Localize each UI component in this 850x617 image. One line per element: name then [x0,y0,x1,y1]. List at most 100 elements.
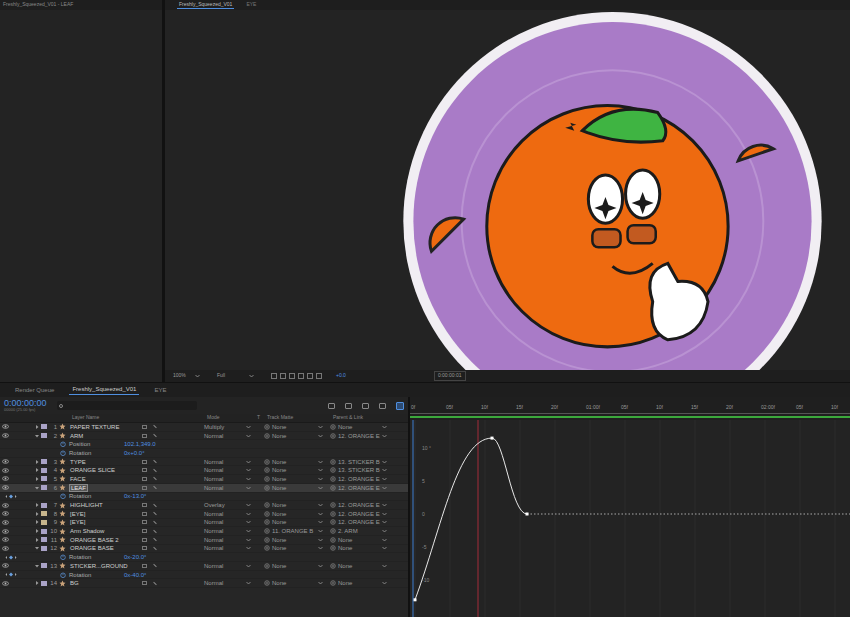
track-matte-dropdown[interactable]: None [272,580,326,586]
layer-name[interactable]: [EYE] [69,511,86,517]
parent-dropdown[interactable]: 12. ORANGE E [338,519,390,525]
layer-row[interactable]: 9[EYE]NormalNone12. ORANGE E [0,519,408,528]
track-matte-dropdown[interactable]: None [272,467,326,473]
view-toggle-icon[interactable] [298,373,304,379]
layer-name[interactable]: ARM [69,433,84,439]
timeline-tool-icon[interactable] [345,403,352,409]
property-value[interactable]: 0x-20.0° [124,554,146,560]
view-toggle-icon[interactable] [271,373,277,379]
mode-dropdown[interactable]: Normal [204,485,254,491]
layer-name[interactable]: PAPER TEXTURE [69,424,120,430]
label-color[interactable] [41,485,47,490]
label-color[interactable] [41,563,47,568]
eye-icon[interactable] [2,563,9,568]
layer-name[interactable]: ORANGE BASE 2 [69,537,120,543]
layer-switches[interactable] [138,434,204,438]
layer-row[interactable]: 8[EYE]NormalNone12. ORANGE E [0,510,408,519]
pickwhip-icon[interactable] [264,528,270,534]
mode-dropdown[interactable]: Normal [204,563,254,569]
layer-name[interactable]: [EYE] [69,519,86,525]
keyframe-nav-icon[interactable] [5,555,17,560]
layer-name[interactable]: HIGHLIGHT [69,502,104,508]
eye-icon[interactable] [2,433,9,438]
eye-icon[interactable] [2,537,9,542]
layer-name[interactable]: Arm Shadow [69,528,105,534]
eye-icon[interactable] [2,485,9,490]
layer-switches[interactable] [138,477,204,481]
pickwhip-icon[interactable] [264,433,270,439]
track-matte-dropdown[interactable]: None [272,502,326,508]
pickwhip-icon[interactable] [330,563,336,569]
property-row[interactable]: Rotation0x-20.0° [0,553,408,562]
pickwhip-icon[interactable] [330,502,336,508]
property-row[interactable]: Position102.1,349.0 [0,440,408,449]
graph-editor-icon[interactable] [396,402,404,410]
eye-icon[interactable] [2,459,9,464]
mode-dropdown[interactable]: Normal [204,459,254,465]
layer-switches[interactable] [138,546,204,550]
eye-icon[interactable] [2,424,9,429]
timeline-tool-icon[interactable] [328,403,335,409]
twirl-open-icon[interactable] [34,563,40,569]
stopwatch-icon[interactable] [60,450,66,456]
layer-name[interactable]: FACE [69,476,87,482]
label-color[interactable] [41,459,47,464]
layer-row[interactable]: 5FACENormalNone12. ORANGE E [0,475,408,484]
mode-dropdown[interactable]: Normal [204,467,254,473]
pickwhip-icon[interactable] [330,519,336,525]
mode-dropdown[interactable]: Normal [204,433,254,439]
stopwatch-icon[interactable] [60,441,66,447]
exposure-value[interactable]: +0.0 [336,372,346,380]
keyframe-nav-icon[interactable] [5,572,17,577]
label-color[interactable] [41,433,47,438]
twirl-closed-icon[interactable] [34,528,40,534]
layer-name[interactable]: ORANGE BASE [69,545,115,551]
track-matte-dropdown[interactable]: None [272,424,326,430]
viewer-tab[interactable]: EYE [244,1,258,9]
current-timecode[interactable]: 0:00:00:00 [4,399,47,408]
pickwhip-icon[interactable] [330,528,336,534]
layer-row[interactable]: 2ARMNormalNone12. ORANGE E [0,432,408,441]
twirl-open-icon[interactable] [34,433,40,439]
twirl-closed-icon[interactable] [34,467,40,473]
layer-switches[interactable] [138,564,204,568]
pickwhip-icon[interactable] [330,485,336,491]
pickwhip-icon[interactable] [264,459,270,465]
label-color[interactable] [41,468,47,473]
mode-dropdown[interactable]: Normal [204,537,254,543]
twirl-closed-icon[interactable] [34,580,40,586]
parent-dropdown[interactable]: None [338,580,390,586]
layer-row[interactable]: 11ORANGE BASE 2NormalNoneNone [0,536,408,545]
stopwatch-icon[interactable] [60,554,66,560]
parent-dropdown[interactable]: None [338,563,390,569]
resolution-dropdown[interactable]: Full [217,372,257,380]
pickwhip-icon[interactable] [330,511,336,517]
mode-dropdown[interactable]: Normal [204,519,254,525]
timeline-tab[interactable]: Freshly_Squeezed_V01 [69,385,139,395]
view-toggle-icon[interactable] [316,373,322,379]
parent-dropdown[interactable]: None [338,545,390,551]
pickwhip-icon[interactable] [330,476,336,482]
zoom-dropdown[interactable]: 100% [173,372,203,380]
property-row[interactable]: Rotation0x-40.0° [0,571,408,580]
pickwhip-icon[interactable] [264,485,270,491]
property-value[interactable]: 102.1,349.0 [124,441,156,447]
viewer-tab[interactable]: Freshly_Squeezed_V01 [177,1,234,10]
pickwhip-icon[interactable] [330,545,336,551]
track-matte-dropdown[interactable]: None [272,545,326,551]
twirl-closed-icon[interactable] [34,459,40,465]
pickwhip-icon[interactable] [330,424,336,430]
timeline-tab[interactable]: Render Queue [12,386,57,395]
layer-switches[interactable] [138,486,204,490]
parent-dropdown[interactable]: 12. ORANGE E [338,511,390,517]
pickwhip-icon[interactable] [264,563,270,569]
layer-switches[interactable] [138,581,204,585]
track-matte-dropdown[interactable]: None [272,511,326,517]
eye-icon[interactable] [2,581,9,586]
track-matte-dropdown[interactable]: None [272,459,326,465]
property-value[interactable]: 0x-13.0° [124,493,146,499]
parent-dropdown[interactable]: None [338,424,390,430]
property-value[interactable]: 0x-40.0° [124,572,146,578]
twirl-open-icon[interactable] [34,545,40,551]
parent-dropdown[interactable]: 12. ORANGE E [338,485,390,491]
